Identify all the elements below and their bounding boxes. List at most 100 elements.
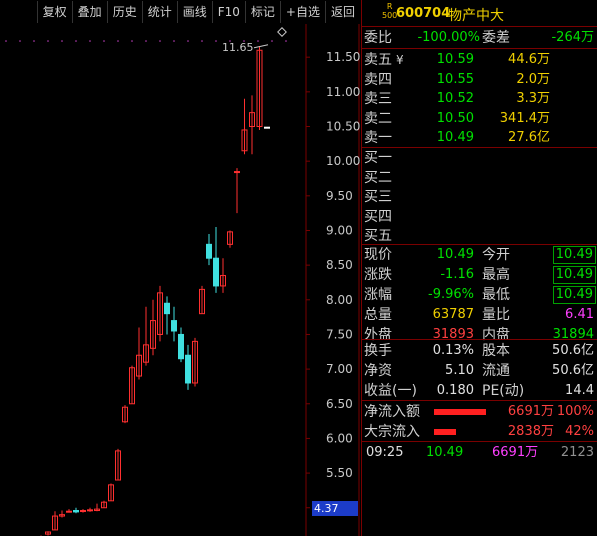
- quote-row-price: 现价 10.49 今开 10.49: [362, 245, 597, 265]
- commission-ratio: -100.00%: [417, 30, 480, 45]
- candle-body: [87, 509, 93, 512]
- block-inflow-value: 2838万: [507, 424, 554, 439]
- net-inflow-row: 净流入额 6691万 100%: [364, 404, 594, 420]
- block-inflow-bar: [434, 429, 456, 435]
- grid-dot: [19, 40, 21, 42]
- float-shares: 50.6亿: [552, 363, 594, 378]
- grid-dot: [131, 40, 133, 42]
- candle-body: [80, 510, 86, 513]
- bid-row[interactable]: 买二: [362, 168, 597, 188]
- eps: 0.180: [436, 383, 474, 398]
- diamond-icon: [277, 27, 287, 37]
- high-price-label: 11.65: [222, 41, 254, 54]
- tick-count: 2123: [560, 445, 594, 460]
- ask-volume: 2.0万: [516, 71, 550, 87]
- total-volume: 63787: [432, 307, 474, 322]
- bid-row[interactable]: 买五: [362, 226, 597, 246]
- grid-dot: [89, 40, 91, 42]
- grid-dot: [159, 40, 161, 42]
- y-tick-label: 10.00: [326, 154, 360, 168]
- ask-row[interactable]: 卖二 10.50 341.4万: [362, 109, 597, 129]
- quote-row-pct: 涨幅 -9.96% 最低 10.49: [362, 285, 597, 305]
- bid-label: 买二: [364, 169, 392, 186]
- candle-body: [185, 354, 191, 384]
- quote-panel: R 500 600704 物产中大 委比 -100.00% 委差 -264万 卖…: [361, 0, 597, 536]
- kline-chart-svg[interactable]: 11.50 11.00 10.50 10.00 9.50 9.00 8.50 8.00 7.50…: [0, 24, 360, 536]
- stock-code: 600704: [396, 6, 451, 21]
- chart-toolbar: 复权 叠加 历史 统计 画线 F10 标记 +自选 返回: [0, 0, 360, 24]
- y-tick-label: 9.50: [326, 189, 353, 203]
- fund-row-turnover: 换手 0.13% 股本 50.6亿: [364, 343, 594, 359]
- change-pct: -9.96%: [428, 287, 474, 302]
- tick-row: 09:25 10.49 6691万 2123: [362, 443, 597, 463]
- bid-row[interactable]: 买一: [362, 148, 597, 168]
- net-inflow-value: 6691万: [507, 404, 554, 419]
- ask-volume: 44.6万: [508, 52, 550, 67]
- ask-row[interactable]: 卖五 ¥10.59 44.6万: [362, 50, 597, 70]
- ask-row[interactable]: 卖一 10.49 27.6亿: [362, 128, 597, 148]
- fund-row-eps: 收益(一) 0.180 PE(动) 14.4: [364, 383, 594, 399]
- add-watchlist-button[interactable]: +自选: [279, 1, 325, 23]
- ask-label: 卖四: [364, 71, 392, 88]
- grid-dot: [201, 40, 203, 42]
- grid-dot: [103, 40, 105, 42]
- ask-price: 10.50: [436, 110, 474, 126]
- history-button[interactable]: 历史: [106, 1, 142, 23]
- stats-button[interactable]: 统计: [141, 1, 177, 23]
- y-tick-label: 10.50: [326, 120, 360, 134]
- y-tick-label: 6.00: [326, 431, 353, 445]
- grid-dot: [61, 40, 63, 42]
- ask-price: 10.55: [436, 71, 474, 87]
- quote-row-change: 涨跌 -1.16 最高 10.49: [362, 265, 597, 285]
- high-price-arrow: [253, 44, 269, 49]
- y-tick-label: 5.50: [326, 466, 353, 480]
- kline-chart[interactable]: 11.50 11.00 10.50 10.00 9.50 9.00 8.50 8.00 7.50…: [0, 24, 360, 536]
- block-inflow-row: 大宗流入 2838万 42%: [364, 424, 594, 440]
- overlay-button[interactable]: 叠加: [71, 1, 107, 23]
- total-shares: 50.6亿: [552, 343, 594, 358]
- bid-row[interactable]: 买三: [362, 187, 597, 207]
- ask-row[interactable]: 卖四 10.55 2.0万: [362, 70, 597, 90]
- margin-badge: R 500: [382, 2, 398, 20]
- bid-label: 买五: [364, 228, 392, 244]
- grid-dot: [187, 40, 189, 42]
- draw-line-button[interactable]: 画线: [176, 1, 212, 23]
- candle-body: [73, 510, 79, 513]
- f10-button[interactable]: F10: [211, 1, 245, 23]
- fuquan-button[interactable]: 复权: [36, 1, 72, 23]
- high-price: 10.49: [552, 266, 596, 284]
- turnover: 0.13%: [432, 343, 474, 358]
- ask-price: 10.59: [436, 52, 474, 67]
- current-price: 10.49: [436, 247, 474, 262]
- tick-amount: 6691万: [492, 445, 539, 460]
- commission-diff: -264万: [551, 30, 594, 45]
- open-price: 10.49: [552, 246, 596, 264]
- y-tick-label: 6.50: [326, 397, 353, 411]
- y-tick-label: 8.00: [326, 293, 353, 307]
- ask-label: 卖二: [364, 110, 392, 127]
- y-tick-label: 11.00: [326, 85, 360, 99]
- stock-name: 物产中大: [448, 8, 504, 24]
- ask-label: 卖五: [364, 52, 392, 68]
- y-tick-label: 11.50: [326, 50, 360, 64]
- candle-body: [264, 126, 270, 129]
- grid-dot: [5, 40, 7, 42]
- quote-row-volume: 总量 63787 量比 6.41: [364, 307, 594, 323]
- ask-mark: ¥: [396, 53, 404, 67]
- volume-ratio: 6.41: [565, 307, 594, 322]
- ask-volume: 341.4万: [499, 110, 550, 126]
- y-tick-label: 7.50: [326, 327, 353, 341]
- candle-body: [171, 320, 177, 332]
- ask-row[interactable]: 卖三 10.52 3.3万: [362, 89, 597, 109]
- back-button[interactable]: 返回: [324, 1, 360, 23]
- ask-price: 10.49: [436, 130, 474, 145]
- candle-body: [66, 510, 72, 513]
- grid-dot: [117, 40, 119, 42]
- ask-price: 10.52: [436, 91, 474, 106]
- y-tick-label: 8.50: [326, 258, 353, 272]
- commission-row: 委比 -100.00% 委差 -264万: [364, 30, 594, 46]
- mark-button[interactable]: 标记: [244, 1, 280, 23]
- low-price: 10.49: [552, 286, 596, 304]
- ask-label: 卖三: [364, 91, 392, 107]
- bid-row[interactable]: 买四: [362, 207, 597, 227]
